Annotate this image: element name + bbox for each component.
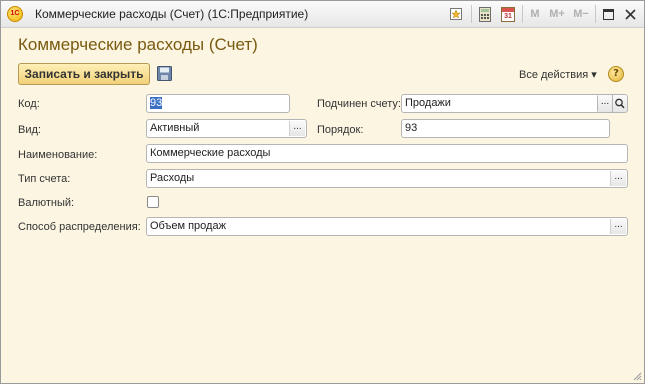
close-icon[interactable]	[623, 6, 637, 22]
page-title: Коммерческие расходы (Счет)	[18, 35, 258, 54]
memory-plus-button[interactable]: M+	[548, 6, 566, 22]
toolbar-separator	[595, 5, 596, 23]
order-value: 93	[405, 122, 418, 134]
save-disk-icon[interactable]	[157, 66, 172, 81]
toolbar-separator	[471, 5, 472, 23]
toolbar-separator	[522, 5, 523, 23]
maximize-icon[interactable]	[601, 6, 615, 22]
calculator-icon[interactable]	[477, 6, 493, 22]
distribution-value: Объем продаж	[150, 220, 226, 232]
memory-m-button[interactable]: M	[529, 6, 541, 22]
kind-label: Вид:	[18, 124, 41, 136]
distribution-field[interactable]: Объем продаж ...	[146, 217, 628, 236]
resize-grip-icon[interactable]	[632, 371, 642, 381]
title-bar: 1С Коммерческие расходы (Счет) (1С:Предп…	[1, 1, 644, 28]
window-title: Коммерческие расходы (Счет) (1С:Предприя…	[35, 7, 309, 21]
order-field[interactable]: 93	[401, 119, 610, 138]
parent-account-label: Подчинен счету:	[317, 98, 401, 110]
currency-label: Валютный:	[18, 197, 75, 209]
code-field[interactable]: 93	[146, 94, 290, 113]
kind-field[interactable]: Активный ...	[146, 119, 307, 138]
currency-checkbox[interactable]	[147, 196, 159, 208]
account-type-label: Тип счета:	[18, 173, 71, 185]
help-icon[interactable]: ?	[608, 66, 624, 82]
name-field[interactable]: Коммерческие расходы	[146, 144, 628, 163]
calendar-day-text: 31	[504, 12, 512, 20]
distribution-select-button[interactable]: ...	[610, 219, 626, 234]
account-type-value: Расходы	[150, 172, 195, 184]
name-label: Наименование:	[18, 149, 98, 161]
bookmark-icon[interactable]	[448, 6, 464, 22]
parent-account-select-button[interactable]: ...	[597, 94, 612, 113]
account-type-field[interactable]: Расходы ...	[146, 169, 628, 188]
calendar-icon[interactable]: 31	[500, 6, 516, 22]
form-window: 1С Коммерческие расходы (Счет) (1С:Предп…	[0, 0, 645, 384]
search-icon	[615, 98, 625, 109]
parent-account-field[interactable]: Продажи	[401, 94, 612, 113]
parent-account-value: Продажи	[405, 97, 451, 109]
kind-value: Активный	[150, 122, 200, 134]
app-logo-icon[interactable]: 1С	[7, 6, 23, 22]
save-and-close-button[interactable]: Записать и закрыть	[18, 63, 150, 85]
all-actions-menu[interactable]: Все действия ▾	[519, 68, 597, 81]
parent-account-buttons: ...	[597, 94, 628, 113]
kind-select-button[interactable]: ...	[289, 121, 305, 136]
code-label: Код:	[18, 98, 40, 110]
name-value: Коммерческие расходы	[150, 147, 271, 159]
order-label: Порядок:	[317, 124, 364, 136]
parent-account-open-button[interactable]	[612, 94, 628, 113]
account-type-select-button[interactable]: ...	[610, 171, 626, 186]
code-value: 93	[150, 97, 163, 109]
distribution-label: Способ распределения:	[18, 221, 141, 233]
memory-minus-button[interactable]: M−	[572, 6, 590, 22]
